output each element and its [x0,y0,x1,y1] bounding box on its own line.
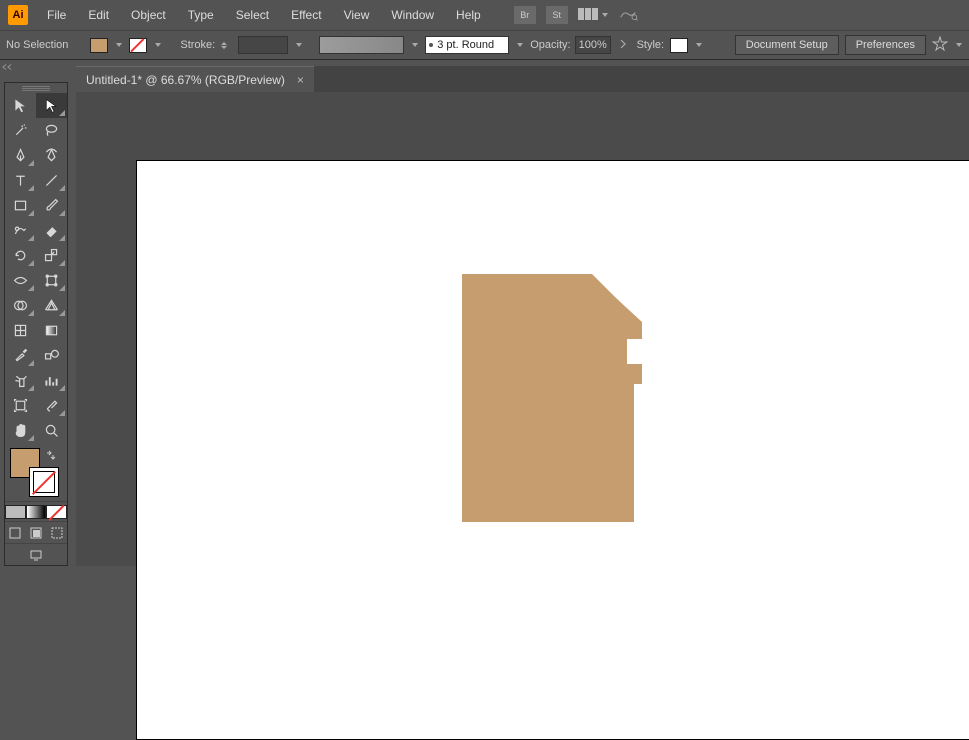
arrange-docs[interactable] [578,8,608,22]
menu-edit[interactable]: Edit [79,4,118,26]
color-mode-row [5,501,67,521]
menu-file[interactable]: File [38,4,75,26]
mesh-tool[interactable] [5,318,36,343]
stroke-weight-field[interactable] [238,36,288,54]
menu-select[interactable]: Select [227,4,278,26]
app-logo: Ai [8,5,28,25]
brush-preset-label: 3 pt. Round [437,39,494,51]
menu-type[interactable]: Type [179,4,223,26]
variable-width-profile[interactable] [319,36,404,54]
color-mode-solid[interactable] [5,502,26,521]
canvas-area[interactable] [76,92,969,566]
fill-dropdown[interactable] [114,38,123,53]
stroke-dropdown[interactable] [153,38,162,53]
menu-effect[interactable]: Effect [282,4,330,26]
panel-grip[interactable] [5,83,67,93]
color-mode-gradient[interactable] [26,502,47,521]
eraser-tool[interactable] [36,218,67,243]
lasso-tool[interactable] [36,118,67,143]
scale-tool[interactable] [36,243,67,268]
style-label: Style: [637,39,665,51]
swap-fill-stroke-icon[interactable] [45,449,57,464]
search-stock-icon[interactable] [618,6,638,25]
opacity-field[interactable]: 100% [575,36,611,54]
magic-wand-tool[interactable] [5,118,36,143]
pen-tool[interactable] [5,143,36,168]
shape-builder-tool[interactable] [5,293,36,318]
column-graph-tool[interactable] [36,368,67,393]
rotate-tool[interactable] [5,243,36,268]
fill-swatch[interactable] [90,38,108,53]
artboard[interactable] [136,160,969,740]
opacity-arrow[interactable] [615,38,631,52]
stock-button[interactable]: St [546,6,568,24]
draw-normal[interactable] [5,522,26,543]
brush-definition[interactable]: 3 pt. Round [425,36,509,54]
chevron-down-icon [602,13,608,17]
symbol-sprayer-tool[interactable] [5,368,36,393]
control-bar: No Selection Stroke: 3 pt. Round Opacity… [0,30,969,60]
color-mode-none[interactable] [46,502,67,521]
shaper-tool[interactable] [5,218,36,243]
rectangle-tool[interactable] [5,193,36,218]
draw-inside[interactable] [46,522,67,543]
align-pixel-grid-icon[interactable] [932,36,948,55]
eyedropper-tool[interactable] [5,343,36,368]
close-tab-icon[interactable]: × [297,73,304,87]
screen-mode[interactable] [5,544,67,565]
stroke-weight-dropdown[interactable] [294,38,303,53]
document-tab[interactable]: Untitled-1* @ 66.67% (RGB/Preview) × [76,66,314,92]
preferences-button[interactable]: Preferences [845,35,926,55]
zoom-tool[interactable] [36,418,67,443]
menu-view[interactable]: View [335,4,379,26]
document-tab-row: Untitled-1* @ 66.67% (RGB/Preview) × [76,66,969,92]
artboard-tool[interactable] [5,393,36,418]
align-dropdown[interactable] [954,38,963,53]
tab-title: Untitled-1* @ 66.67% (RGB/Preview) [86,73,285,87]
drawing-mode-row [5,521,67,543]
profile-dropdown[interactable] [410,38,419,53]
gradient-tool[interactable] [36,318,67,343]
style-dropdown[interactable] [694,38,703,53]
graphic-style-swatch[interactable] [670,38,688,53]
blend-tool[interactable] [36,343,67,368]
selection-tool[interactable] [5,93,36,118]
stroke-label: Stroke: [180,39,215,51]
free-transform-tool[interactable] [36,268,67,293]
slice-tool[interactable] [36,393,67,418]
draw-behind[interactable] [26,522,47,543]
selection-label: No Selection [6,39,68,51]
curvature-tool[interactable] [36,143,67,168]
perspective-grid-tool[interactable] [36,293,67,318]
document-setup-button[interactable]: Document Setup [735,35,839,55]
menu-window[interactable]: Window [382,4,443,26]
menu-object[interactable]: Object [122,4,175,26]
stroke-swatch[interactable] [129,38,147,53]
opacity-label: Opacity: [530,39,570,51]
bridge-button[interactable]: Br [514,6,536,24]
hand-tool[interactable] [5,418,36,443]
tools-panel [4,82,68,566]
width-tool[interactable] [5,268,36,293]
menu-help[interactable]: Help [447,4,490,26]
paintbrush-tool[interactable] [36,193,67,218]
menu-bar: Ai File Edit Object Type Select Effect V… [0,0,969,30]
stroke-weight-spinner[interactable] [221,38,232,53]
brush-dropdown[interactable] [515,38,524,53]
fill-stroke-controls [5,443,67,501]
vector-shape[interactable] [462,274,652,529]
stroke-color-box[interactable] [29,467,59,497]
collapse-panel-icon[interactable] [0,60,14,74]
line-tool[interactable] [36,168,67,193]
type-tool[interactable] [5,168,36,193]
direct-selection-tool[interactable] [36,93,67,118]
